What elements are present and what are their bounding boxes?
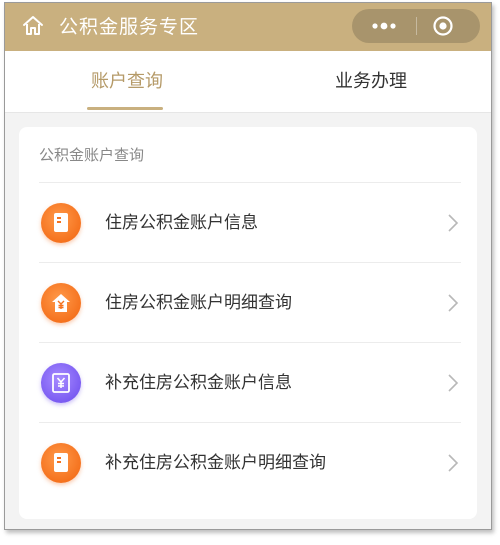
list-item-account-info[interactable]: 住房公积金账户信息 [19,183,477,263]
list-item-label: 住房公积金账户信息 [105,213,258,233]
list-item-supplementary-detail[interactable]: 补充住房公积金账户明细查询 [19,423,477,503]
tab-business[interactable]: 业务办理 [249,51,491,113]
chevron-right-icon [448,374,459,392]
capsule-divider [416,17,417,35]
home-icon[interactable] [21,14,45,38]
section-title: 公积金账户查询 [39,146,145,164]
app-window: 公积金服务专区 账户查询 业务办理 公积金账户查询 住房公积金账户信息 住房公积… [4,2,492,530]
tab-bar: 账户查询 业务办理 [5,51,491,113]
list-item-label: 补充住房公积金账户明细查询 [105,453,326,473]
document-icon [41,203,81,243]
document-icon [41,443,81,483]
capsule-menu [352,9,480,43]
query-card: 公积金账户查询 住房公积金账户信息 住房公积金账户明细查询 补充住房公积金账户信… [19,127,477,519]
chevron-right-icon [448,294,459,312]
chevron-right-icon [448,454,459,472]
chevron-right-icon [448,214,459,232]
list-item-account-detail[interactable]: 住房公积金账户明细查询 [19,263,477,343]
house-yen-icon [41,283,81,323]
more-dots-icon[interactable] [370,19,398,33]
list-item-label: 补充住房公积金账户信息 [105,373,292,393]
list-item-supplementary-info[interactable]: 补充住房公积金账户信息 [19,343,477,423]
header-bar: 公积金服务专区 [5,3,491,51]
tab-account-query[interactable]: 账户查询 [5,51,249,113]
page-title: 公积金服务专区 [59,16,200,38]
active-tab-indicator [87,107,163,110]
list-item-label: 住房公积金账户明细查询 [105,293,292,313]
target-icon[interactable] [432,15,454,37]
frame-yen-icon [41,363,81,403]
